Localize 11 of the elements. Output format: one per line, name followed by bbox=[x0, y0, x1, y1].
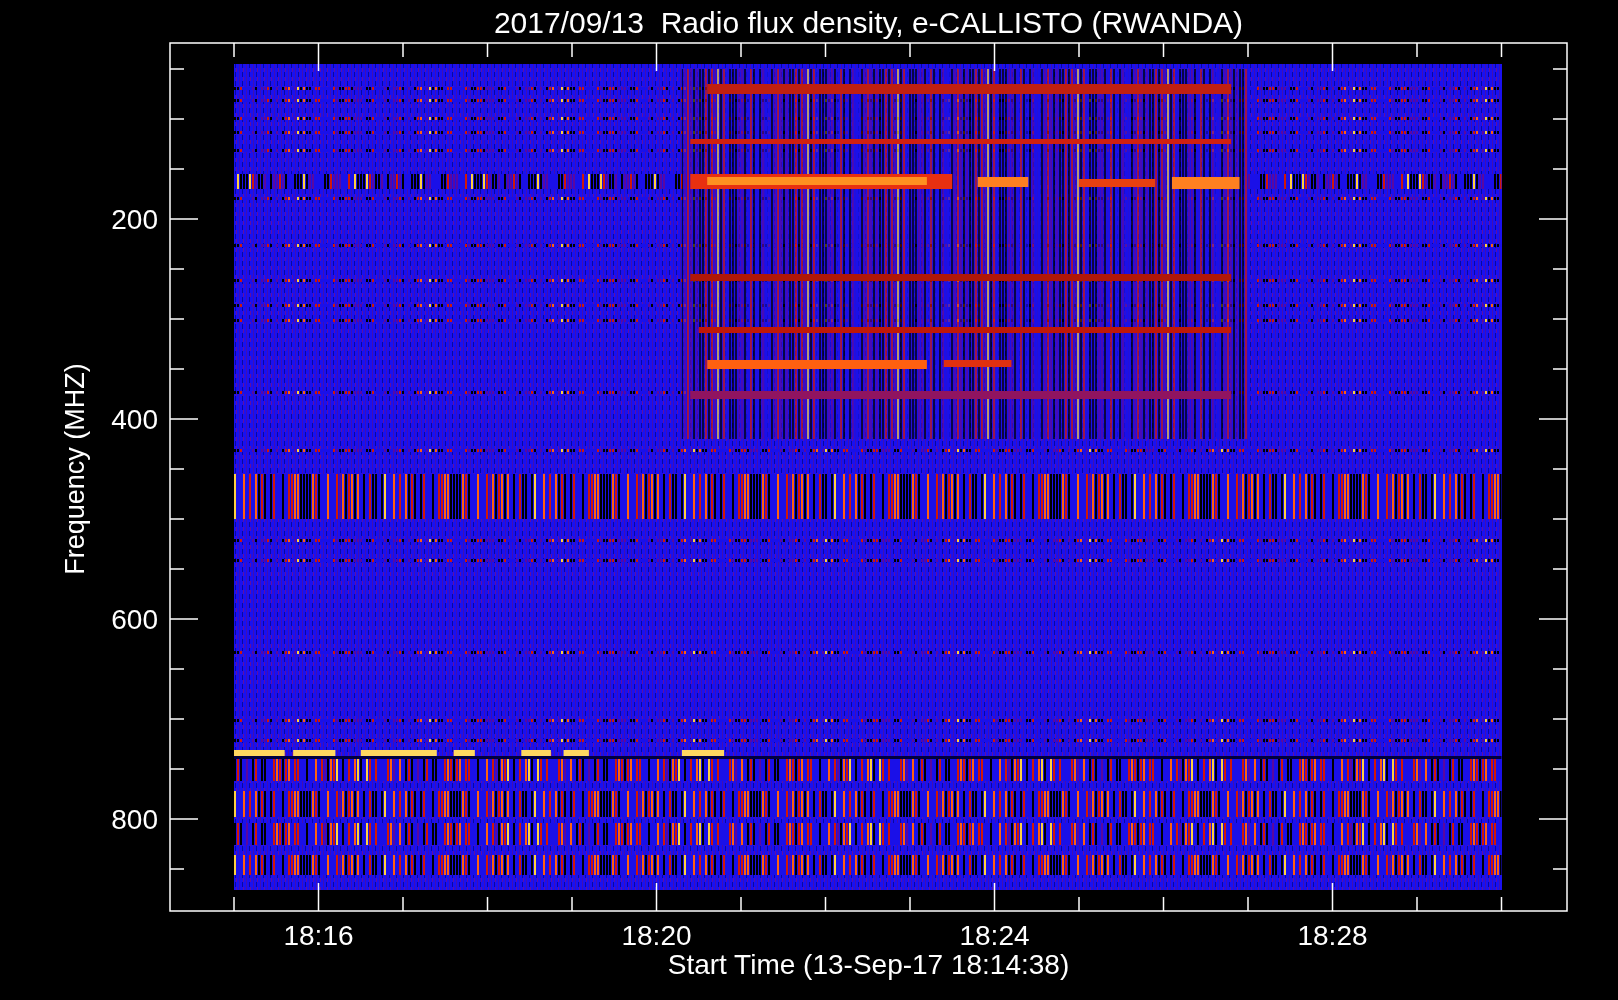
y-tick-label: 200 bbox=[111, 204, 158, 235]
x-tick-label: 18:24 bbox=[959, 920, 1030, 951]
x-axis-label: Start Time (13-Sep-17 18:14:38) bbox=[667, 949, 1070, 980]
y-tick-label: 800 bbox=[111, 804, 158, 835]
x-tick-label: 18:16 bbox=[283, 920, 354, 951]
x-tick-label: 18:20 bbox=[621, 920, 692, 951]
chart-title: 2017/09/13 Radio flux density, e-CALLISTO (RWANDA) bbox=[493, 6, 1244, 39]
y-tick-label: 600 bbox=[111, 604, 158, 635]
y-tick-label: 400 bbox=[111, 404, 158, 435]
y-axis-label: Frequency (MHZ) bbox=[60, 363, 90, 575]
x-tick-label: 18:28 bbox=[1297, 920, 1368, 951]
